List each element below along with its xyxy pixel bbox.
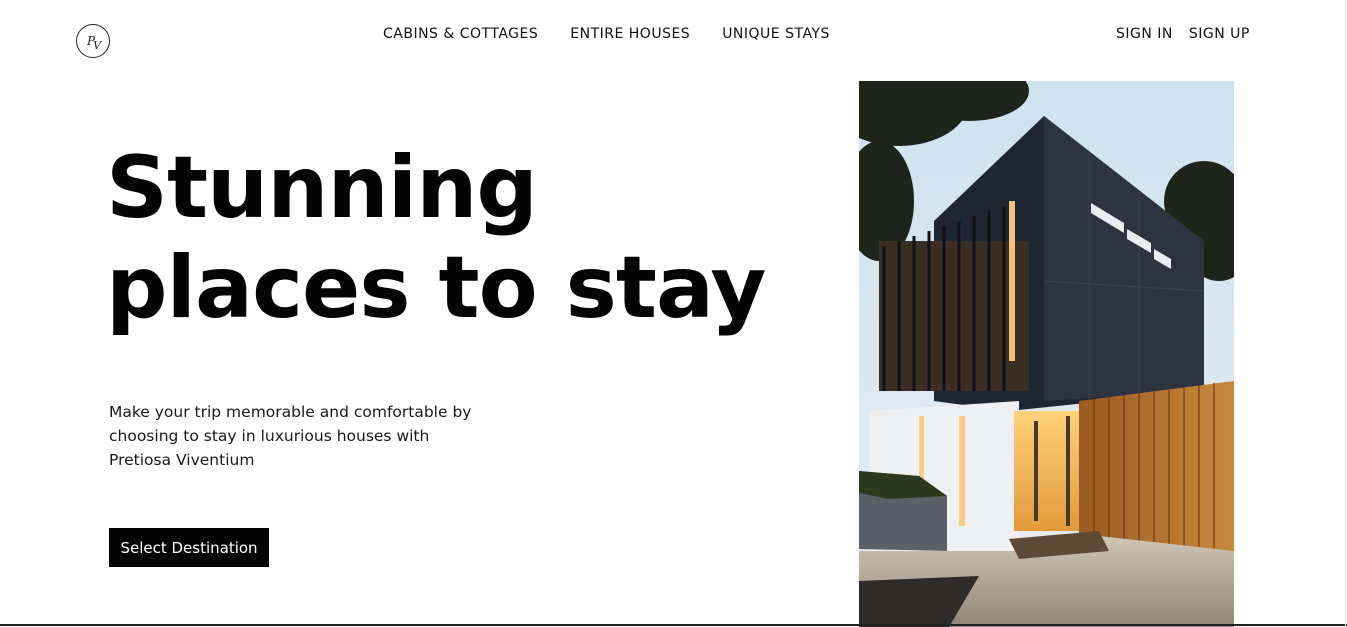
nav-link-unique-stays[interactable]: UNIQUE STAYS <box>722 26 830 42</box>
bottom-divider <box>0 624 1347 626</box>
logo[interactable]: PV <box>76 24 110 58</box>
logo-letter-v: V <box>93 38 101 52</box>
modern-house-photo <box>859 81 1234 627</box>
headline-line-2: places to stay <box>106 238 766 338</box>
sign-in-link[interactable]: SIGN IN <box>1116 26 1173 42</box>
sign-up-link[interactable]: SIGN UP <box>1189 26 1250 42</box>
select-destination-button[interactable]: Select Destination <box>109 528 269 567</box>
nav-link-entire-houses[interactable]: ENTIRE HOUSES <box>570 26 690 42</box>
nav-link-cabins-cottages[interactable]: CABINS & COTTAGES <box>383 26 538 42</box>
headline-line-1: Stunning <box>106 138 538 238</box>
main-nav: CABINS & COTTAGES ENTIRE HOUSES UNIQUE S… <box>383 26 830 42</box>
scrollbar-edge <box>1345 0 1346 627</box>
hero-headline: Stunning places to stay <box>106 138 826 338</box>
hero-description: Make your trip memorable and comfortable… <box>109 403 472 469</box>
auth-links: SIGN IN SIGN UP <box>1116 26 1250 42</box>
